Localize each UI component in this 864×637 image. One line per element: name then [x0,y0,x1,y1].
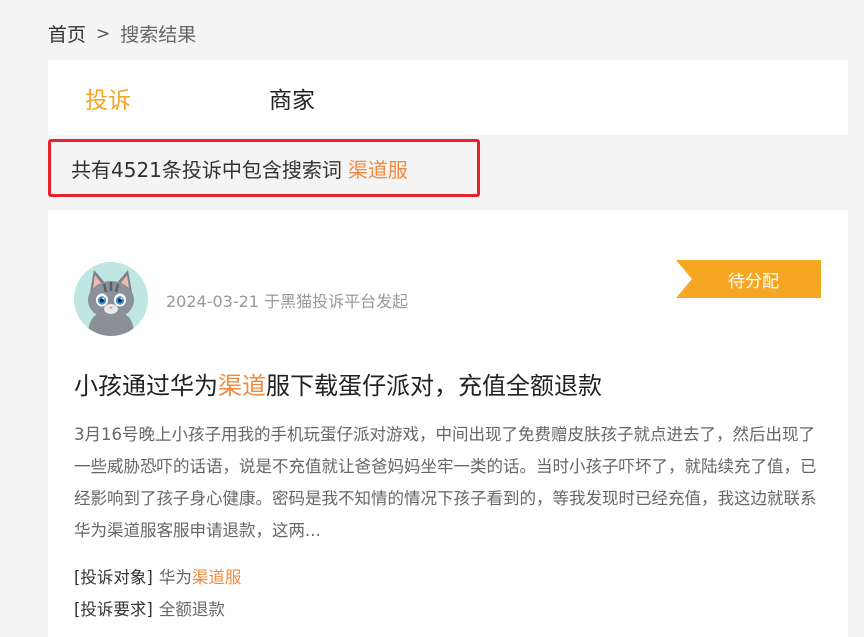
target-value: 华为渠道服 [159,568,242,587]
summary-keyword: 渠道服 [347,157,408,182]
complaint-request: [投诉要求] 全额退款 [74,596,225,620]
request-value: 全额退款 [158,600,225,619]
complaint-card[interactable]: 2024-03-21 于黑猫投诉平台发起 待分配 小孩通过华为渠道服下载蛋仔派对… [48,210,848,637]
tab-complaints[interactable]: 投诉 [85,81,131,115]
title-part: 服下载蛋仔派对，充值全额退款 [266,372,602,400]
target-value-part: 华为 [158,568,192,587]
complaint-title[interactable]: 小孩通过华为渠道服下载蛋仔派对，充值全额退款 [74,366,602,401]
title-part: 小孩通过华为 [74,372,218,400]
complaint-description: 3月16号晚上小孩子用我的手机玩蛋仔派对游戏，中间出现了免费赠皮肤孩子就点进去了… [74,425,817,540]
breadcrumb: 首页 > 搜索结果 [48,20,196,47]
tab-merchants[interactable]: 商家 [269,81,315,115]
target-label: [投诉对象] [74,568,153,587]
search-summary: 共有4521条投诉中包含搜索词 渠道服 [48,139,480,197]
breadcrumb-home[interactable]: 首页 [48,20,86,47]
breadcrumb-separator: > [96,23,111,44]
complaint-target: [投诉对象] 华为渠道服 [74,564,241,588]
status-badge: 待分配 [676,260,821,298]
title-keyword: 渠道 [218,372,266,400]
request-label: [投诉要求] [74,600,153,619]
result-tabs: 投诉 商家 [48,60,848,135]
summary-text: 共有4521条投诉中包含搜索词 [71,157,342,182]
cat-avatar-icon [74,262,148,336]
target-keyword: 渠道服 [191,568,242,587]
complaint-date: 2024-03-21 于黑猫投诉平台发起 [166,292,409,311]
breadcrumb-current: 搜索结果 [120,24,197,46]
